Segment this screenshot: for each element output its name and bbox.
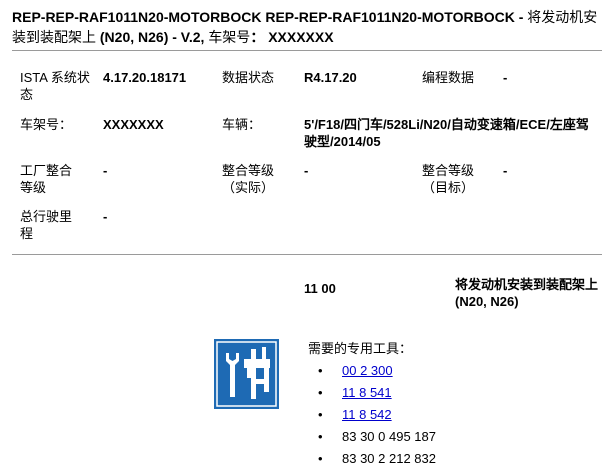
bullet-icon: • xyxy=(318,385,323,400)
info-divider xyxy=(12,254,602,255)
title-part-5: ： XXXXXXX xyxy=(250,29,334,45)
ista-value: 4.17.20.18171 xyxy=(103,70,187,85)
factory-level-value: - xyxy=(103,163,108,178)
target-level-value: - xyxy=(503,163,508,178)
tools-list: • 00 2 300 • 11 8 541 • 11 8 542 • 83 30 0 4… xyxy=(308,360,436,470)
target-level-label: 整合等级（目标） xyxy=(422,163,475,195)
tool-link[interactable]: 11 8 541 xyxy=(342,385,392,400)
data-status-value: R4.17.20 xyxy=(304,70,357,85)
tools-heading: 需要的专用工具： xyxy=(308,341,413,356)
tool-text: 83 30 2 212 832 xyxy=(342,451,436,466)
bullet-icon: • xyxy=(318,363,323,378)
operation-code: 11 00 xyxy=(304,281,336,296)
tool-item: • 11 8 541 xyxy=(308,382,436,404)
tool-item: • 83 30 0 495 187 xyxy=(308,426,436,448)
mileage-label: 总行驶里程 xyxy=(20,209,73,241)
actual-level-label: 整合等级（实际） xyxy=(222,163,275,195)
mileage-value: - xyxy=(103,209,108,224)
special-tools-icon xyxy=(214,339,279,409)
vin-value: XXXXXXX xyxy=(103,117,164,132)
page-title: REP-REP-RAF1011N20-MOTORBOCK REP-REP-RAF… xyxy=(12,7,602,47)
bullet-icon: • xyxy=(318,407,323,422)
actual-level-value: - xyxy=(304,163,309,178)
tool-link[interactable]: 11 8 542 xyxy=(342,407,392,422)
factory-level-label: 工厂整合等级 xyxy=(20,163,73,195)
vehicle-value: 5'/F18/四门车/528Li/N20/自动变速箱/ECE/左座驾驶型/201… xyxy=(304,117,589,149)
header-divider xyxy=(12,50,602,51)
ista-label: ISTA 系统状态 xyxy=(20,70,90,102)
title-part-3: (N20, N26) - V.2, xyxy=(99,29,209,45)
programming-label: 编程数据 xyxy=(422,70,475,85)
bullet-icon: • xyxy=(318,451,323,466)
operation-description: 将发动机安装到装配架上 (N20, N26) xyxy=(455,277,599,309)
data-status-label: 数据状态 xyxy=(222,70,275,85)
tool-link[interactable]: 00 2 300 xyxy=(342,363,393,378)
title-part-4: 车架号 xyxy=(208,29,251,45)
bullet-icon: • xyxy=(318,429,323,444)
tool-text: 83 30 0 495 187 xyxy=(342,429,436,444)
vin-label: 车架号： xyxy=(20,117,73,132)
tool-item: • 00 2 300 xyxy=(308,360,436,382)
programming-value: - xyxy=(503,70,508,85)
tool-item: • 11 8 542 xyxy=(308,404,436,426)
title-part-1: REP-REP-RAF1011N20-MOTORBOCK REP-REP-RAF… xyxy=(12,9,528,25)
vehicle-label: 车辆： xyxy=(222,117,262,132)
tool-item: • 83 30 2 212 832 xyxy=(308,448,436,470)
